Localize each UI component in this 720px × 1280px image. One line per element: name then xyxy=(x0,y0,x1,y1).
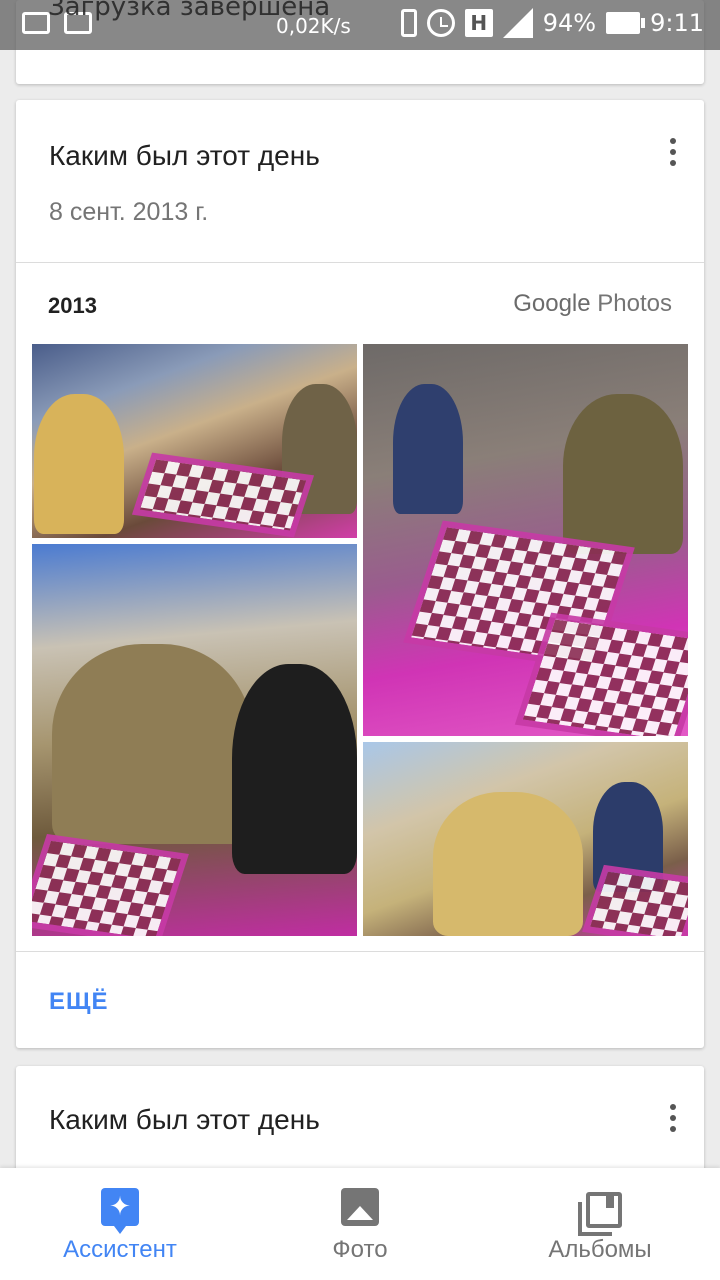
nav-albums[interactable]: Альбомы xyxy=(480,1168,720,1280)
status-right-group: H 94% 9:11 xyxy=(400,8,704,38)
photo-collage[interactable] xyxy=(32,344,688,936)
albums-icon xyxy=(578,1192,622,1236)
clock: 9:11 xyxy=(650,9,704,37)
memory-card[interactable]: Каким был этот день 8 сент. 2013 г. 2013… xyxy=(16,100,704,1048)
collage-year: 2013 xyxy=(48,293,97,318)
card-title: Каким был этот день xyxy=(49,1104,320,1135)
nav-assistant-label: Ассистент xyxy=(63,1236,177,1263)
bottom-navigation: Ассистент Фото Альбомы xyxy=(0,1168,720,1280)
battery-percent: 94% xyxy=(542,9,597,37)
nav-photos-label: Фото xyxy=(332,1236,388,1263)
google-photos-logo: Google Photos xyxy=(513,290,672,318)
image-notification-icon xyxy=(22,12,50,34)
collage-photo[interactable] xyxy=(32,344,357,538)
more-vert-icon[interactable] xyxy=(670,138,678,166)
net-speed: 0,02K/s xyxy=(276,14,351,38)
nav-photos[interactable]: Фото xyxy=(240,1168,480,1280)
nav-albums-label: Альбомы xyxy=(548,1236,652,1263)
card-date: 8 сент. 2013 г. xyxy=(49,198,209,226)
brand-photos: Photos xyxy=(597,290,672,317)
assistant-icon xyxy=(101,1188,139,1234)
more-button[interactable]: ЕЩЁ xyxy=(49,988,109,1016)
card-title: Каким был этот день xyxy=(49,140,320,171)
card-divider xyxy=(16,951,704,952)
person-shape xyxy=(52,644,252,844)
person-shape xyxy=(232,664,357,874)
network-type-icon: H xyxy=(464,9,493,37)
person-shape xyxy=(34,394,124,534)
brand-google: Google xyxy=(513,290,591,317)
photo-icon xyxy=(341,1188,379,1226)
person-shape xyxy=(393,384,463,514)
battery-icon xyxy=(606,12,646,34)
collage-photo[interactable] xyxy=(363,344,688,736)
signal-icon xyxy=(502,8,533,38)
alarm-icon xyxy=(426,9,455,37)
chessboard-shape xyxy=(32,834,189,936)
collage-photo[interactable] xyxy=(32,544,357,936)
person-shape xyxy=(563,394,683,554)
nav-assistant[interactable]: Ассистент xyxy=(0,1168,240,1280)
status-bar: Загрузка завершена 0,02K/s H 94% 9:11 xyxy=(0,0,720,50)
person-shape xyxy=(433,792,583,936)
vibrate-icon xyxy=(400,9,417,37)
card-divider xyxy=(16,262,704,263)
collage-photo[interactable] xyxy=(363,742,688,936)
more-vert-icon[interactable] xyxy=(670,1104,678,1132)
